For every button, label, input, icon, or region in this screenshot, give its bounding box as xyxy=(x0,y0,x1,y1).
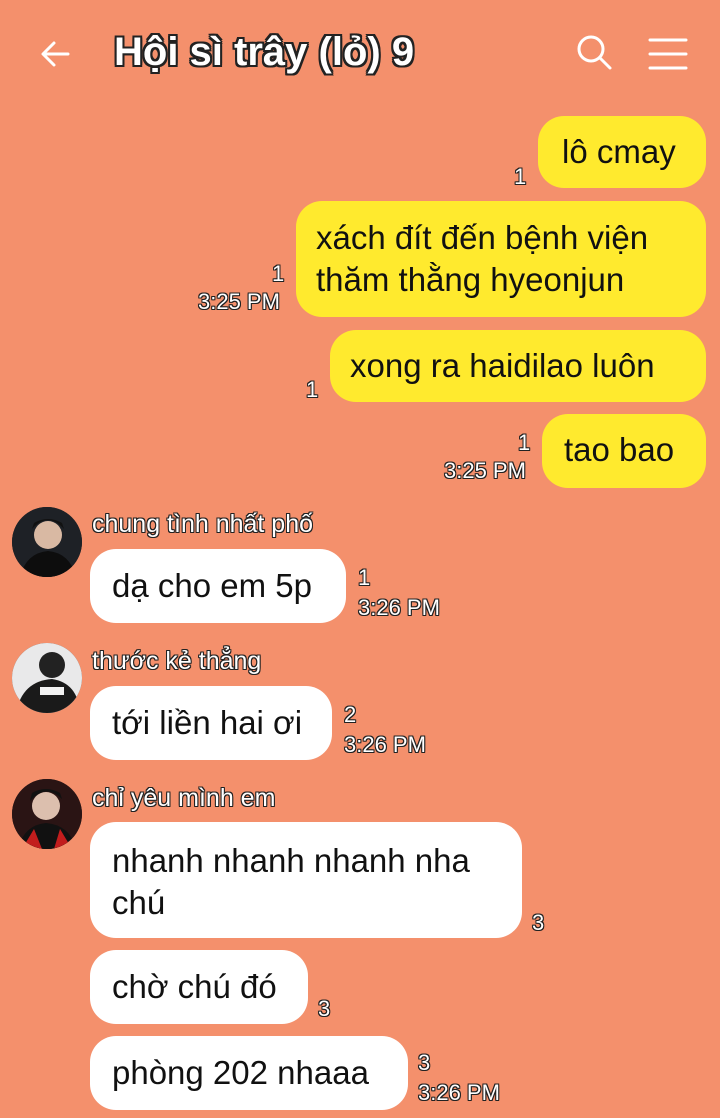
incoming-message[interactable]: tới liền hai ơi xyxy=(90,686,332,760)
seen-count: 3 xyxy=(318,996,331,1021)
message-time: 3:26 PM xyxy=(358,595,440,620)
seen-count: 1 xyxy=(306,377,319,402)
incoming-message[interactable]: nhanh nhanh nhanh nha chú xyxy=(90,822,522,938)
seen-count: 1 xyxy=(272,261,285,286)
outgoing-message[interactable]: xong ra haidilao luôn xyxy=(330,330,706,402)
sender-name: thước kẻ thẳng xyxy=(92,647,262,675)
message-text: chờ chú đó xyxy=(112,968,277,1005)
seen-count: 1 xyxy=(358,565,371,590)
message-text-line: nhanh nhanh nhanh nha xyxy=(112,842,470,879)
avatar-image-icon xyxy=(12,643,82,713)
avatar[interactable] xyxy=(12,507,82,577)
message-text: tao bao xyxy=(564,431,675,468)
avatar[interactable] xyxy=(12,643,82,713)
outgoing-message[interactable]: tao bao xyxy=(542,414,706,488)
chat-title: Hội sì trây (lỏ) 9 xyxy=(114,30,415,74)
seen-count: 1 xyxy=(518,430,531,455)
seen-count: 3 xyxy=(418,1050,431,1075)
incoming-message[interactable]: dạ cho em 5p xyxy=(90,549,346,623)
message-text: dạ cho em 5p xyxy=(112,567,312,604)
search-icon[interactable] xyxy=(574,32,614,72)
back-arrow-icon[interactable] xyxy=(36,34,76,74)
seen-count: 1 xyxy=(514,164,527,189)
message-time: 3:25 PM xyxy=(198,289,280,314)
message-text-line: thăm thằng hyeonjun xyxy=(316,261,625,298)
message-text-line: chú xyxy=(112,884,166,921)
message-text-line: xách đít đến bệnh viện xyxy=(316,219,649,256)
avatar-image-icon xyxy=(12,779,82,849)
outgoing-message[interactable]: xách đít đến bệnh viện thăm thằng hyeonj… xyxy=(296,201,706,317)
message-text: tới liền hai ơi xyxy=(112,704,303,741)
seen-count: 2 xyxy=(344,702,357,727)
seen-count: 3 xyxy=(532,910,545,935)
message-time: 3:26 PM xyxy=(344,732,426,757)
avatar-image-icon xyxy=(12,507,82,577)
message-text: lô cmay xyxy=(562,133,676,170)
avatar[interactable] xyxy=(12,779,82,849)
message-text: phòng 202 nhaaa xyxy=(112,1054,369,1091)
incoming-message[interactable]: phòng 202 nhaaa xyxy=(90,1036,408,1110)
message-text: xong ra haidilao luôn xyxy=(350,347,655,384)
message-time: 3:26 PM xyxy=(418,1080,500,1105)
incoming-message[interactable]: chờ chú đó xyxy=(90,950,308,1024)
sender-name: chung tình nhất phố xyxy=(92,510,314,538)
menu-icon[interactable] xyxy=(646,34,690,74)
outgoing-message[interactable]: lô cmay xyxy=(538,116,706,188)
sender-name: chỉ yêu mình em xyxy=(92,784,276,812)
message-time: 3:25 PM xyxy=(444,458,526,483)
